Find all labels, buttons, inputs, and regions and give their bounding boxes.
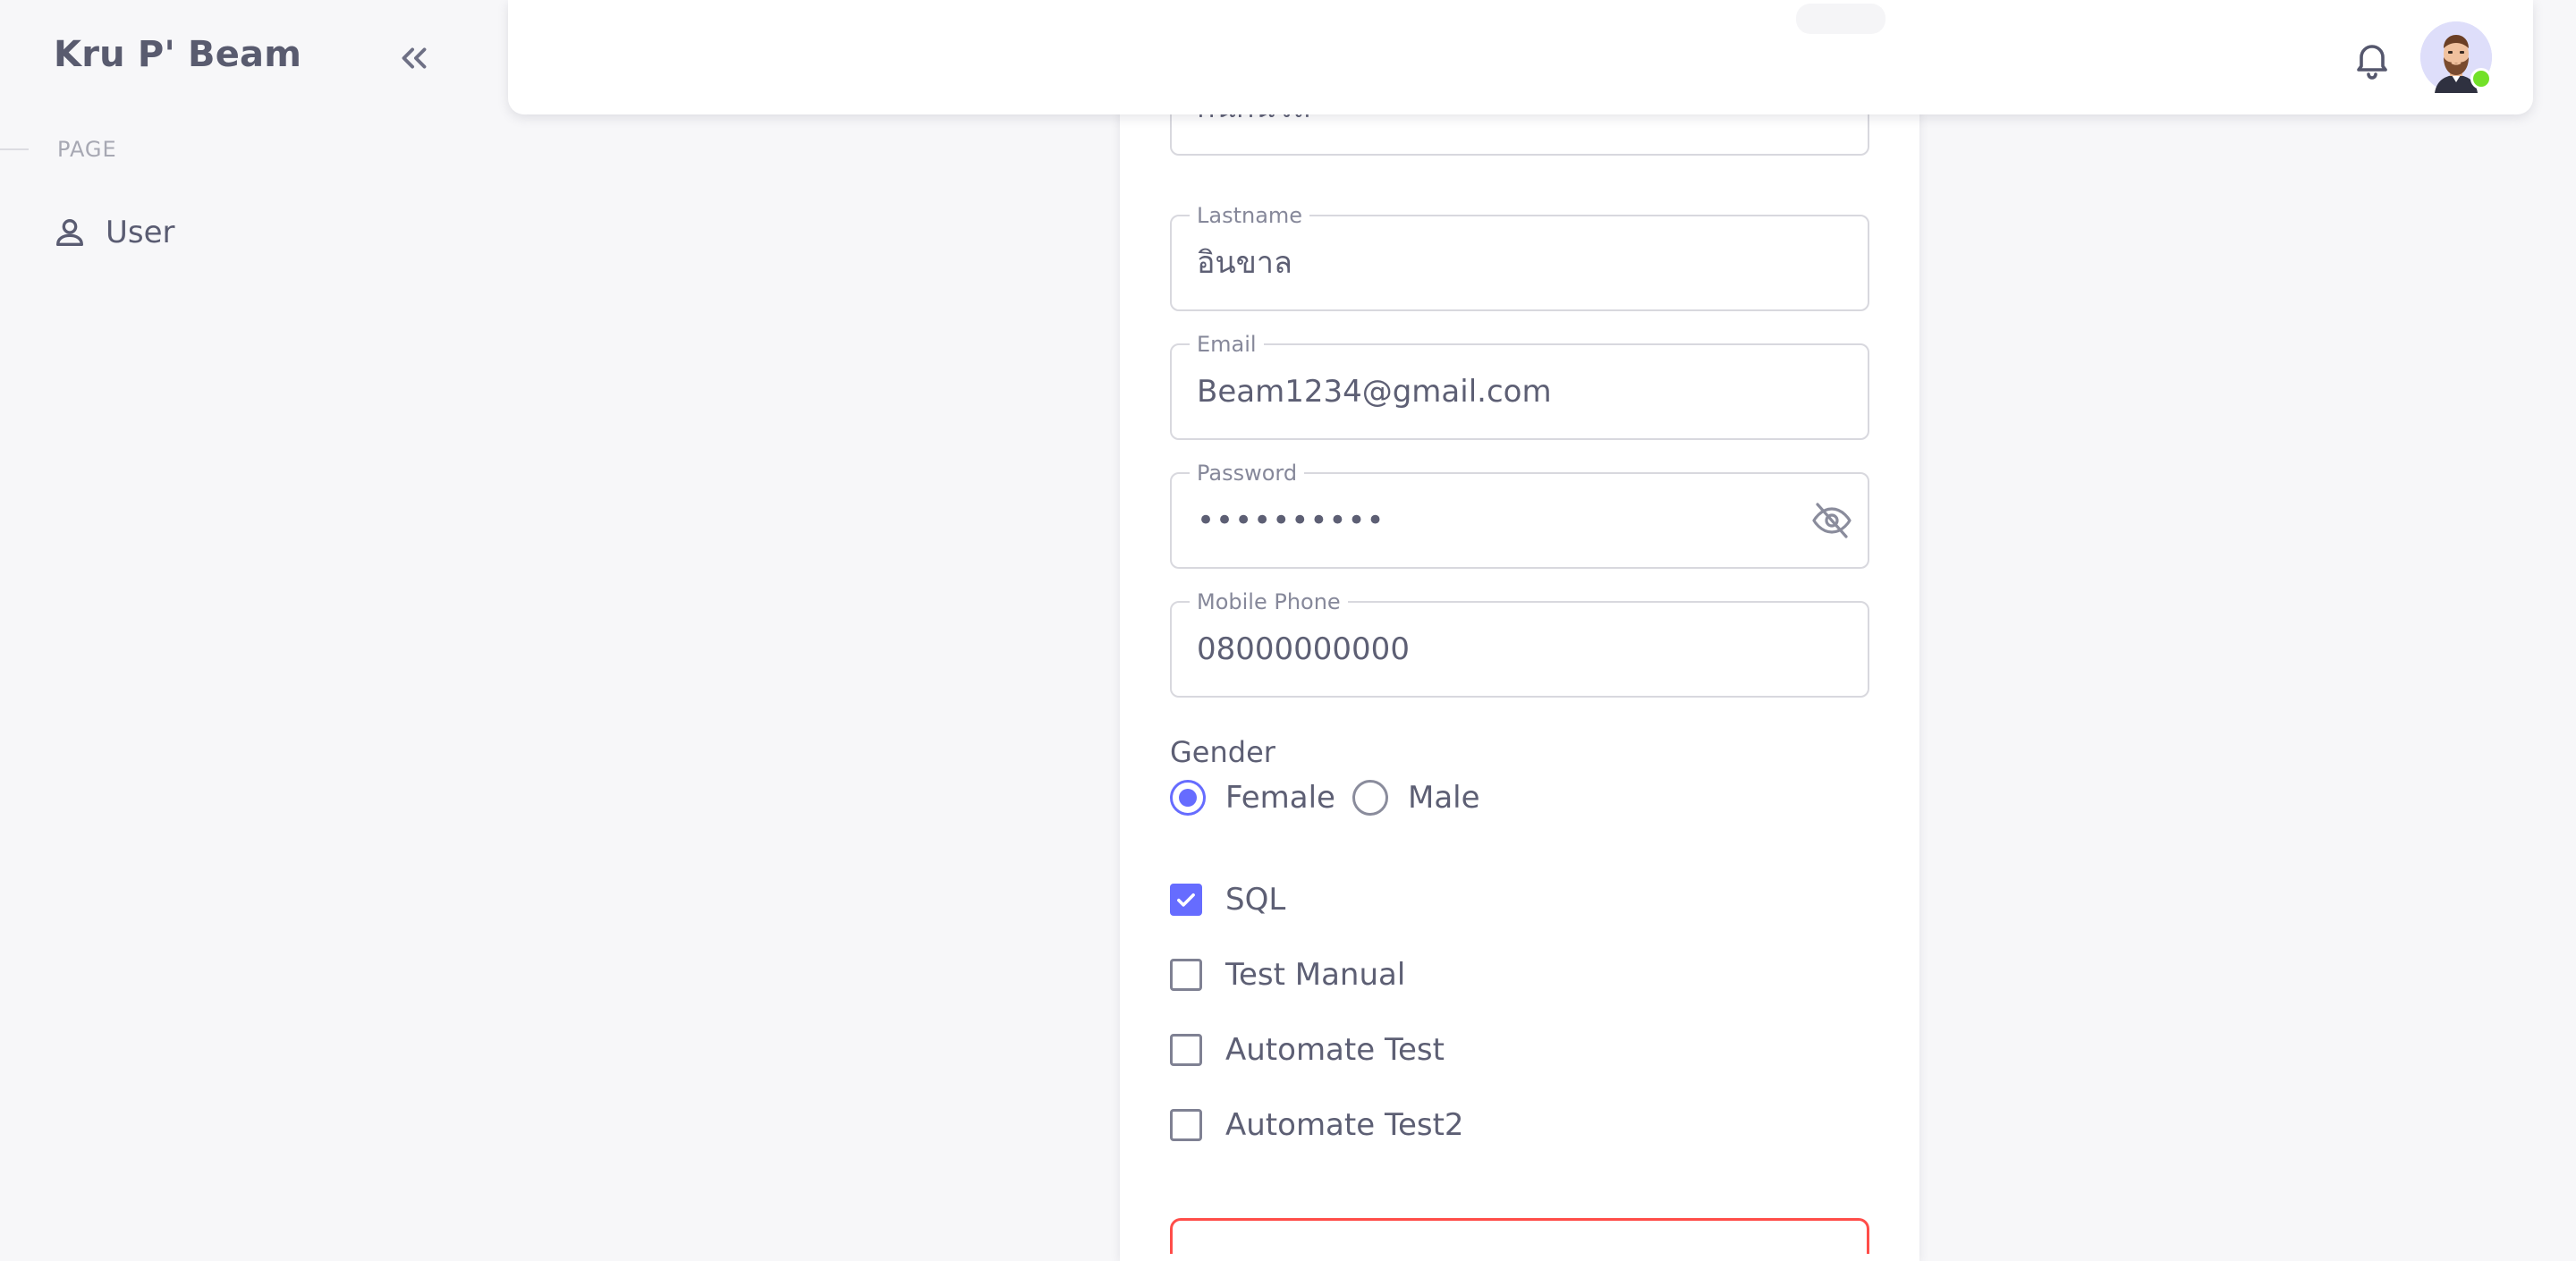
checkbox-label: Automate Test [1225,1032,1445,1068]
chevrons-left-icon [402,47,427,69]
bell-icon [2357,45,2387,80]
radio-unselected-indicator [1352,780,1388,816]
checkbox-unchecked-indicator [1170,1109,1202,1141]
checkbox-unchecked-indicator [1170,959,1202,991]
checkbox-label: Automate Test2 [1225,1107,1464,1143]
section-label: PAGE [57,137,117,162]
sidebar-item-label: User [106,215,175,250]
lastname-field[interactable]: Lastname อินขาล [1170,202,1869,311]
checkbox-unchecked-indicator [1170,1034,1202,1066]
mobile-phone-field[interactable]: Mobile Phone 08000000000 [1170,588,1869,698]
gender-radio-female[interactable]: Female [1170,769,1335,826]
collapse-sidebar-button[interactable] [394,38,435,79]
radio-label: Female [1225,780,1335,816]
online-status-dot [2470,68,2492,89]
mobile-phone-value: 08000000000 [1197,631,1410,667]
user-avatar[interactable] [2420,21,2492,93]
brand-title: Kru P' Beam [54,34,302,75]
radio-label: Male [1408,780,1480,816]
notifications-button[interactable] [2351,38,2394,80]
checkbox-automate-test[interactable]: Automate Test [1170,1023,1445,1077]
section-divider [0,148,29,150]
checkbox-label: SQL [1225,882,1286,918]
lastname-value: อินขาล [1197,245,1292,281]
email-field[interactable]: Email Beam1234@gmail.com [1170,331,1869,440]
checkbox-test-manual[interactable]: Test Manual [1170,948,1405,1002]
password-value: •••••••••• [1197,503,1385,538]
checkbox-automate-test2[interactable]: Automate Test2 [1170,1098,1464,1152]
sidebar: Kru P' Beam PAGE User [0,0,483,1222]
check-icon [1177,893,1195,907]
toggle-password-visibility-button[interactable] [1810,501,1853,540]
radio-selected-indicator [1170,780,1206,816]
eye-off-icon [1812,503,1852,538]
user-outline-icon [52,215,88,250]
password-field[interactable]: Password •••••••••• [1170,460,1869,569]
faded-chip [1796,4,1885,34]
sidebar-item-user[interactable]: User [39,202,433,263]
checkbox-sql[interactable]: SQL [1170,873,1285,927]
danger-button-edge[interactable] [1170,1218,1869,1254]
top-app-bar [508,0,2533,114]
checkbox-checked-indicator [1170,884,1202,916]
user-form-card: กนกนวล Lastname อินขาล Email Beam1234@gm… [1120,0,1919,1261]
email-value: Beam1234@gmail.com [1197,374,1552,410]
gender-label: Gender [1170,735,1275,769]
checkbox-label: Test Manual [1225,957,1406,993]
gender-radio-male[interactable]: Male [1352,769,1480,826]
